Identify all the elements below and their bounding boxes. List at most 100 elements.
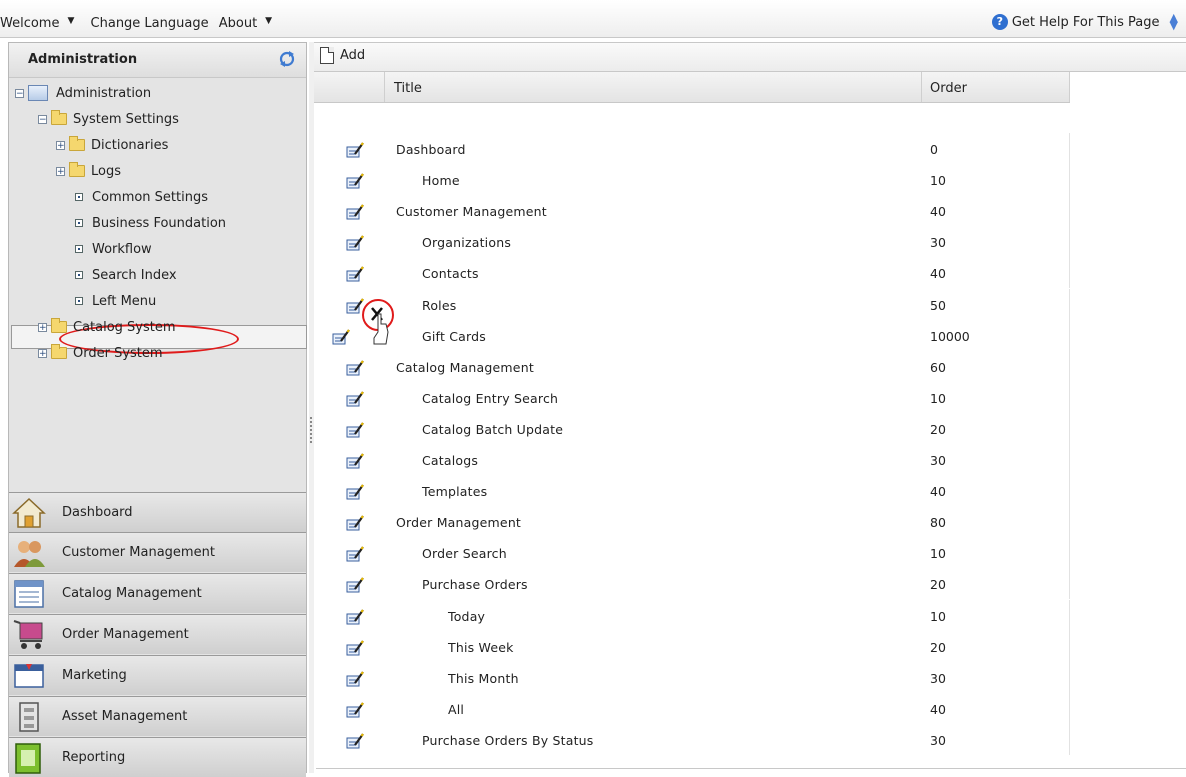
tree-node-left-menu[interactable]: Left Menu	[75, 290, 156, 312]
edit-icon[interactable]	[346, 608, 364, 625]
tree-node-logs[interactable]: + Logs	[56, 160, 121, 182]
table-row[interactable]: All 40	[314, 692, 1070, 724]
column-header-title[interactable]: Title	[394, 81, 422, 96]
row-border	[1069, 133, 1070, 164]
nav-reporting[interactable]: Reporting	[9, 737, 306, 777]
edit-icon[interactable]	[346, 702, 364, 718]
table-row[interactable]: Catalogs 30	[314, 444, 1070, 475]
tree-node-dictionaries[interactable]: + Dictionaries	[56, 134, 168, 156]
table-row[interactable]: Catalog Batch Update 20	[314, 412, 1070, 444]
row-title: Catalog Entry Search	[422, 390, 559, 406]
tree-node-catalog-system[interactable]: + Catalog System	[38, 316, 176, 338]
table-row[interactable]: Home 10	[314, 164, 1070, 196]
tree-node-business-foundation[interactable]: Business Foundation	[75, 212, 226, 234]
table-row[interactable]: Dashboard 0	[314, 133, 1070, 164]
edit-icon[interactable]	[332, 328, 350, 345]
edit-icon[interactable]	[346, 266, 364, 282]
row-border	[1069, 288, 1070, 320]
edit-icon[interactable]	[346, 484, 364, 500]
leaf-icon	[75, 245, 83, 253]
table-row[interactable]: Contacts 40	[314, 257, 1070, 289]
row-border	[1069, 599, 1070, 631]
row-title: Customer Management	[396, 204, 547, 220]
row-title: Today	[448, 608, 486, 624]
edit-icon[interactable]	[346, 515, 364, 531]
change-language-menu[interactable]: Change Language	[91, 16, 209, 31]
collapse-toggle-icon[interactable]: ▲ ▼	[1170, 12, 1178, 31]
expand-icon[interactable]: +	[38, 348, 47, 358]
splitter-grip[interactable]	[310, 417, 312, 445]
row-order: 20	[930, 639, 946, 655]
table-row[interactable]: Order Search 10	[314, 537, 1070, 569]
edit-icon[interactable]	[346, 173, 364, 189]
row-order: 50	[930, 297, 946, 313]
nav-order-management[interactable]: Order Management	[9, 614, 306, 654]
edit-icon[interactable]	[346, 204, 364, 220]
edit-icon[interactable]	[346, 235, 364, 251]
table-row[interactable]: This Week 20	[314, 630, 1070, 662]
table-row[interactable]: Gift Cards 10000	[314, 319, 1070, 351]
edit-icon[interactable]	[346, 546, 364, 562]
table-row[interactable]: Customer Management 40	[314, 195, 1070, 227]
nav-asset-management[interactable]: Asset Management	[9, 696, 306, 736]
tree-node-administration[interactable]: − Administration	[15, 82, 151, 104]
edit-icon[interactable]	[346, 733, 364, 749]
table-row[interactable]: Templates 40	[314, 475, 1070, 507]
users-icon	[14, 541, 45, 567]
column-header-order[interactable]: Order	[930, 81, 967, 96]
expand-icon[interactable]: +	[56, 140, 65, 150]
nav-customer-management[interactable]: Customer Management	[9, 532, 306, 572]
row-order: 0	[930, 142, 938, 157]
row-border	[1069, 661, 1070, 693]
add-button[interactable]: Add	[320, 47, 365, 64]
about-menu[interactable]: About ▼	[219, 16, 278, 31]
tree-node-order-system[interactable]: + Order System	[38, 342, 163, 364]
edit-icon[interactable]	[346, 142, 364, 158]
row-order: 10	[930, 390, 946, 406]
cart-icon	[13, 620, 43, 649]
folder-icon	[51, 110, 67, 125]
table-row[interactable]: Today 10	[314, 599, 1070, 631]
admin-icon	[28, 85, 48, 101]
collapse-icon[interactable]: −	[38, 114, 47, 124]
tree-node-common-settings[interactable]: Common Settings	[75, 186, 208, 208]
help-label: Get Help For This Page	[1011, 14, 1160, 30]
edit-icon[interactable]	[346, 360, 364, 376]
dropdown-caret-icon: ▼	[265, 16, 273, 26]
tree-node-workflow[interactable]: Workflow	[75, 238, 152, 260]
tree-node-search-index[interactable]: Search Index	[75, 264, 177, 286]
refresh-icon[interactable]	[278, 50, 296, 68]
collapse-icon[interactable]: −	[15, 88, 24, 98]
welcome-menu[interactable]: Welcome ▼	[0, 16, 80, 31]
edit-icon[interactable]	[346, 422, 364, 438]
table-row[interactable]: Catalog Management 60	[314, 350, 1070, 382]
nav-marketing[interactable]: Marketing	[9, 655, 306, 695]
nav-dashboard[interactable]: Dashboard	[9, 492, 306, 532]
table-row[interactable]: Purchase Orders By Status 30	[314, 723, 1070, 755]
help-link[interactable]: ? Get Help For This Page ▲ ▼	[991, 12, 1178, 31]
table-row[interactable]: Order Management 80	[314, 506, 1070, 538]
delete-icon[interactable]	[360, 298, 400, 350]
expand-icon[interactable]: +	[56, 166, 65, 176]
column-separator	[384, 72, 385, 102]
table-row[interactable]: Purchase Orders 20	[314, 568, 1070, 600]
row-border	[1069, 692, 1070, 724]
expand-icon[interactable]: +	[38, 322, 47, 332]
help-icon: ?	[991, 14, 1008, 30]
edit-icon[interactable]	[346, 671, 364, 687]
row-order: 10	[930, 608, 946, 624]
row-border	[1069, 257, 1070, 289]
nav-catalog-management[interactable]: Catalog Management	[9, 573, 306, 613]
table-row[interactable]: This Month 30	[314, 661, 1070, 693]
edit-icon[interactable]	[346, 639, 364, 656]
table-row[interactable]: Roles 50	[314, 288, 1070, 320]
table-row[interactable]: Organizations 30	[314, 226, 1070, 258]
catalog-icon	[14, 580, 44, 608]
edit-icon[interactable]	[346, 391, 364, 407]
table-row[interactable]: Catalog Entry Search 10	[314, 381, 1070, 413]
tree-node-system-settings[interactable]: − System Settings	[38, 108, 179, 130]
edit-icon[interactable]	[346, 577, 364, 593]
row-title: All	[448, 701, 465, 717]
edit-icon[interactable]	[346, 453, 364, 469]
row-border	[1069, 444, 1070, 475]
